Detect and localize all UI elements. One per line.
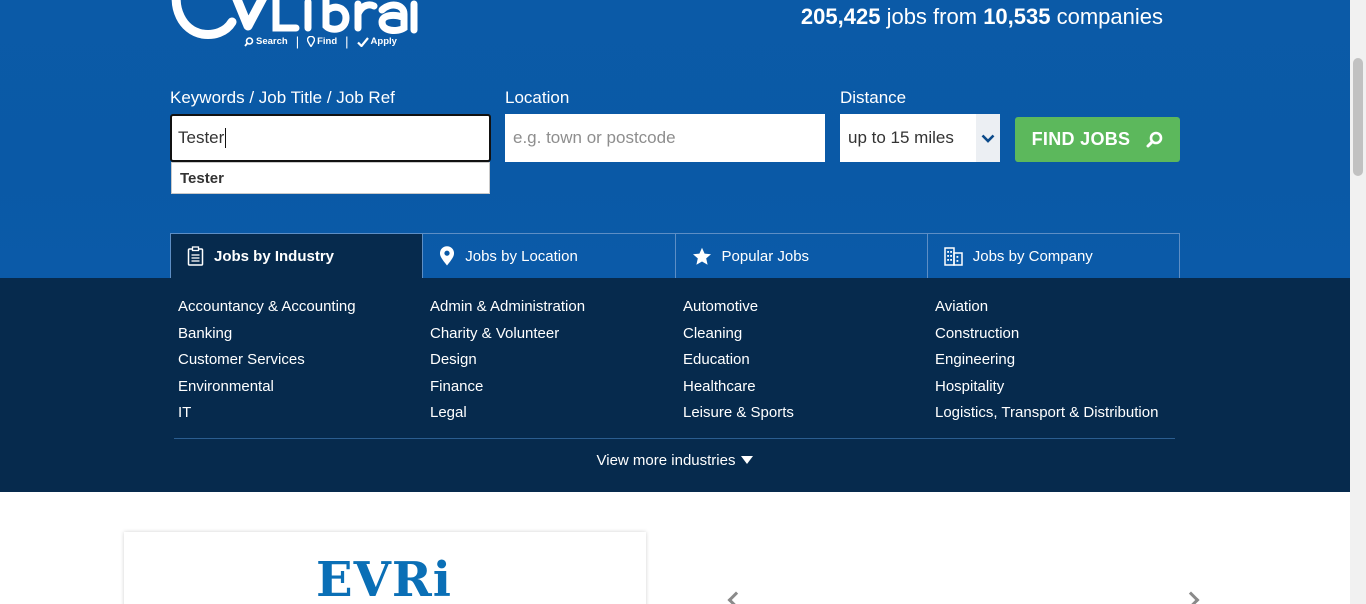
industry-link[interactable]: Cleaning bbox=[683, 324, 935, 344]
building-icon bbox=[944, 246, 963, 266]
industry-link[interactable]: Engineering bbox=[935, 350, 1178, 370]
industry-panel: Accountancy & Accounting Admin & Adminis… bbox=[0, 278, 1350, 492]
tab-jobs-by-company[interactable]: Jobs by Company bbox=[927, 233, 1180, 278]
logo-tagline-find-label: Find bbox=[317, 36, 338, 47]
industry-link[interactable]: Leisure & Sports bbox=[683, 403, 935, 423]
map-pin-icon bbox=[440, 246, 455, 266]
logo-tagline-search: Search bbox=[244, 36, 288, 47]
tagline-separator: | bbox=[345, 34, 349, 49]
text-caret bbox=[225, 128, 227, 148]
carousel-next-arrow-icon[interactable] bbox=[1182, 591, 1200, 604]
industry-divider bbox=[174, 438, 1175, 439]
autocomplete-suggestion[interactable]: Tester bbox=[171, 162, 490, 194]
map-pin-icon bbox=[307, 36, 316, 47]
distance-select[interactable]: up to 15 miles bbox=[840, 114, 1000, 162]
tab-label: Popular Jobs bbox=[721, 247, 810, 265]
clipboard-icon bbox=[187, 246, 204, 266]
keywords-value: Tester bbox=[178, 128, 225, 147]
logo-tagline-find: Find bbox=[307, 36, 337, 47]
carousel-prev-arrow-icon[interactable] bbox=[727, 591, 745, 604]
industry-link[interactable]: Accountancy & Accounting bbox=[178, 297, 430, 317]
tab-label: Jobs by Company bbox=[972, 247, 1093, 265]
page-scrollbar[interactable] bbox=[1350, 0, 1366, 604]
keywords-input[interactable]: Tester bbox=[170, 114, 491, 162]
companies-text: companies bbox=[1056, 4, 1163, 29]
industry-link[interactable]: Construction bbox=[935, 324, 1178, 344]
tab-jobs-by-location[interactable]: Jobs by Location bbox=[423, 233, 676, 278]
industry-link[interactable]: Customer Services bbox=[178, 350, 430, 370]
location-input[interactable]: e.g. town or postcode bbox=[505, 114, 825, 162]
scrollbar-thumb[interactable] bbox=[1353, 58, 1363, 176]
checkmark-icon bbox=[356, 36, 369, 47]
location-label: Location bbox=[505, 88, 570, 107]
search-icon bbox=[1146, 131, 1163, 148]
jobs-count: 205,425 bbox=[800, 4, 881, 29]
industry-link[interactable]: Healthcare bbox=[683, 377, 935, 397]
view-more-label: View more industries bbox=[596, 452, 736, 469]
distance-label: Distance bbox=[840, 88, 907, 107]
companies-count: 10,535 bbox=[983, 4, 1051, 29]
evri-logo: EVRi bbox=[316, 552, 452, 604]
tab-popular-jobs[interactable]: Popular Jobs bbox=[675, 233, 928, 278]
location-placeholder: e.g. town or postcode bbox=[513, 128, 676, 147]
hero-banner: Search | Find | Apply 205,425 jobs from … bbox=[0, 0, 1350, 278]
industry-link[interactable]: Finance bbox=[430, 377, 683, 397]
find-jobs-button[interactable]: FIND JOBS bbox=[1015, 117, 1180, 162]
job-tabs: Jobs by Industry Jobs by Location Popula… bbox=[170, 233, 1180, 278]
star-icon bbox=[692, 247, 711, 265]
industry-link[interactable]: Automotive bbox=[683, 297, 935, 317]
industry-link[interactable]: Admin & Administration bbox=[430, 297, 683, 317]
search-icon bbox=[244, 36, 254, 47]
jobs-text: jobs from bbox=[886, 4, 978, 29]
view-more-industries-link[interactable]: View more industries bbox=[0, 452, 1350, 469]
logo-tagline-apply: Apply bbox=[356, 36, 397, 47]
tagline-separator: | bbox=[295, 34, 300, 49]
industry-link[interactable]: Logistics, Transport & Distribution bbox=[935, 403, 1178, 423]
industry-link[interactable]: Education bbox=[683, 350, 935, 370]
industry-link[interactable]: Legal bbox=[430, 403, 683, 423]
industry-link[interactable]: Banking bbox=[178, 324, 430, 344]
logo-tagline: Search | Find | Apply bbox=[244, 34, 397, 49]
logo-tagline-search-label: Search bbox=[256, 36, 288, 47]
find-jobs-label: FIND JOBS bbox=[1031, 129, 1131, 149]
chevron-down-icon[interactable] bbox=[976, 114, 1000, 162]
industry-link[interactable]: Environmental bbox=[178, 377, 430, 397]
tab-jobs-by-industry[interactable]: Jobs by Industry bbox=[170, 233, 424, 278]
keywords-label: Keywords / Job Title / Job Ref bbox=[170, 88, 395, 107]
caret-down-icon bbox=[741, 456, 754, 464]
logo-tagline-apply-label: Apply bbox=[370, 36, 397, 47]
industry-link[interactable]: Aviation bbox=[935, 297, 1178, 317]
industry-link[interactable]: IT bbox=[178, 403, 430, 423]
industry-link[interactable]: Charity & Volunteer bbox=[430, 324, 683, 344]
tab-label: Jobs by Location bbox=[465, 247, 578, 265]
industry-link[interactable]: Hospitality bbox=[935, 377, 1178, 397]
tab-label: Jobs by Industry bbox=[214, 247, 335, 265]
industry-list: Accountancy & Accounting Admin & Adminis… bbox=[178, 297, 1178, 423]
industry-link[interactable]: Design bbox=[430, 350, 683, 370]
jobs-stats: 205,425 jobs from 10,535 companies bbox=[801, 4, 1163, 30]
distance-value: up to 15 miles bbox=[848, 128, 954, 147]
